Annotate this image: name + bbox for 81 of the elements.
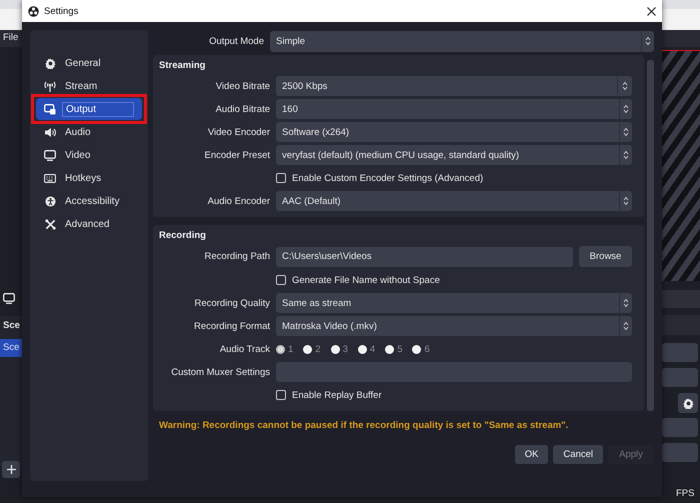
dropdown[interactable]: Same as stream	[276, 293, 632, 313]
checkbox[interactable]	[276, 173, 286, 183]
settings-button[interactable]	[678, 393, 698, 413]
app-logo-icon	[28, 6, 39, 16]
up-down-arrows-icon	[623, 104, 629, 114]
plus-icon	[6, 465, 16, 474]
checkbox[interactable]	[276, 275, 286, 285]
dropdown[interactable]: 160	[276, 99, 632, 119]
spin-box[interactable]: 2500 Kbps	[276, 76, 632, 96]
group-title: Streaming	[159, 60, 206, 71]
sidebar-item[interactable]: Accessibility	[36, 190, 142, 212]
radio-button[interactable]	[412, 344, 422, 354]
radio-button[interactable]	[358, 344, 367, 354]
menu-item[interactable]: File	[3, 32, 18, 43]
field-label: Video Encoder	[206, 126, 271, 138]
group-title: Recording	[159, 230, 207, 241]
checkbox-label: Enable Replay Buffer	[292, 390, 382, 400]
field-label: Recording Format	[192, 320, 271, 332]
field-label: Encoder Preset	[204, 150, 271, 160]
checkbox-label: Generate File Name without Space	[292, 274, 440, 286]
dialog-button[interactable]: Cancel	[553, 445, 603, 464]
gear-icon	[682, 398, 694, 408]
browse-button[interactable]: Browse	[579, 246, 632, 267]
radio-label: 3	[342, 344, 348, 354]
sidebar-item[interactable]: Output	[36, 98, 142, 120]
field-label: Custom Muxer Settings	[170, 366, 271, 378]
field-label: Audio Bitrate	[214, 104, 271, 114]
sidebar-item[interactable]: Stream	[36, 75, 142, 97]
person-icon	[44, 196, 56, 206]
radio-button[interactable]	[303, 344, 312, 354]
dropdown[interactable]: Simple	[270, 30, 654, 52]
radio-button[interactable]	[330, 344, 340, 354]
field-label: Audio Track	[218, 344, 271, 354]
close-icon[interactable]	[647, 6, 656, 16]
path-field[interactable]: C:\Users\user\Videos	[276, 246, 573, 266]
keyboard-icon	[44, 174, 56, 182]
status-text: FPS	[676, 488, 694, 499]
up-down-arrows-icon	[622, 81, 628, 91]
panel-title: Sce	[3, 320, 20, 331]
dropdown[interactable]: veryfast (default) (medium CPU usage, standard quality)	[276, 145, 632, 165]
up-down-arrows-icon	[623, 127, 629, 137]
field-label: Recording Path	[204, 251, 271, 262]
sidebar-item[interactable]: Hotkeys	[36, 167, 142, 189]
field-label: Audio Encoder	[206, 196, 271, 206]
radio-label: 1	[288, 344, 294, 354]
up-down-arrows-icon	[623, 321, 629, 331]
scrollbar[interactable]	[647, 60, 654, 411]
up-down-arrows-icon	[623, 150, 629, 160]
window-title: Settings	[44, 6, 80, 16]
radio-label: 2	[315, 344, 321, 354]
radio-button[interactable]	[385, 344, 394, 354]
warning-text: Warning: Recordings cannot be paused if the recording quality is set to "Same as stream".	[159, 420, 570, 431]
sidebar-item[interactable]: Video	[36, 144, 142, 166]
gear-icon	[44, 58, 56, 68]
speaker-icon	[44, 126, 56, 138]
monitor-icon	[44, 150, 56, 160]
up-down-arrows-icon	[645, 36, 651, 46]
sidebar-item[interactable]: Advanced	[36, 213, 142, 235]
field-label: Output Mode	[208, 36, 265, 46]
radio-label: 6	[424, 344, 430, 354]
wrench-icon	[44, 218, 56, 230]
sidebar-item[interactable]: Audio	[36, 121, 142, 143]
add-button[interactable]	[2, 461, 20, 478]
monitor-icon	[3, 293, 15, 304]
up-down-arrows-icon	[623, 196, 629, 206]
dropdown[interactable]: AAC (Default)	[276, 191, 632, 211]
checkbox-label: Enable Custom Encoder Settings (Advanced)	[292, 172, 484, 184]
field-label: Recording Quality	[193, 298, 271, 308]
dropdown[interactable]: Matroska Video (.mkv)	[276, 316, 632, 336]
antenna-icon	[44, 80, 56, 92]
dropdown[interactable]: Software (x264)	[276, 122, 632, 142]
up-down-arrows-icon	[623, 298, 629, 308]
checkbox[interactable]	[276, 390, 286, 400]
radio-button[interactable]	[276, 344, 285, 354]
field-label: Video Bitrate	[214, 80, 271, 92]
sidebar-item[interactable]: General	[36, 52, 142, 74]
radio-label: 5	[397, 344, 402, 354]
screen-icon	[44, 104, 56, 114]
dialog-button[interactable]: OK	[514, 445, 548, 464]
radio-label: 4	[370, 344, 376, 354]
scene-item[interactable]: Sce	[0, 339, 22, 357]
